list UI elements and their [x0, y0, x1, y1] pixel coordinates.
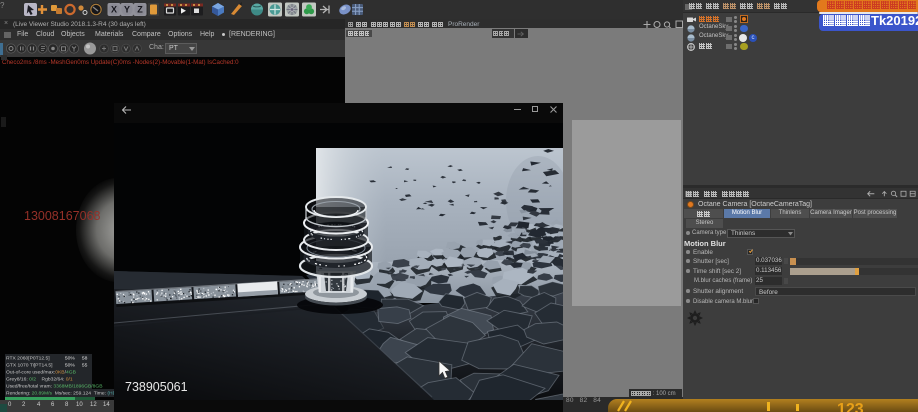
svg-text:Y: Y: [124, 5, 130, 15]
svg-text:X: X: [111, 5, 117, 15]
svg-text:738905061: 738905061: [125, 380, 188, 394]
svg-text:123: 123: [837, 401, 864, 412]
svg-text:Z: Z: [137, 5, 143, 15]
